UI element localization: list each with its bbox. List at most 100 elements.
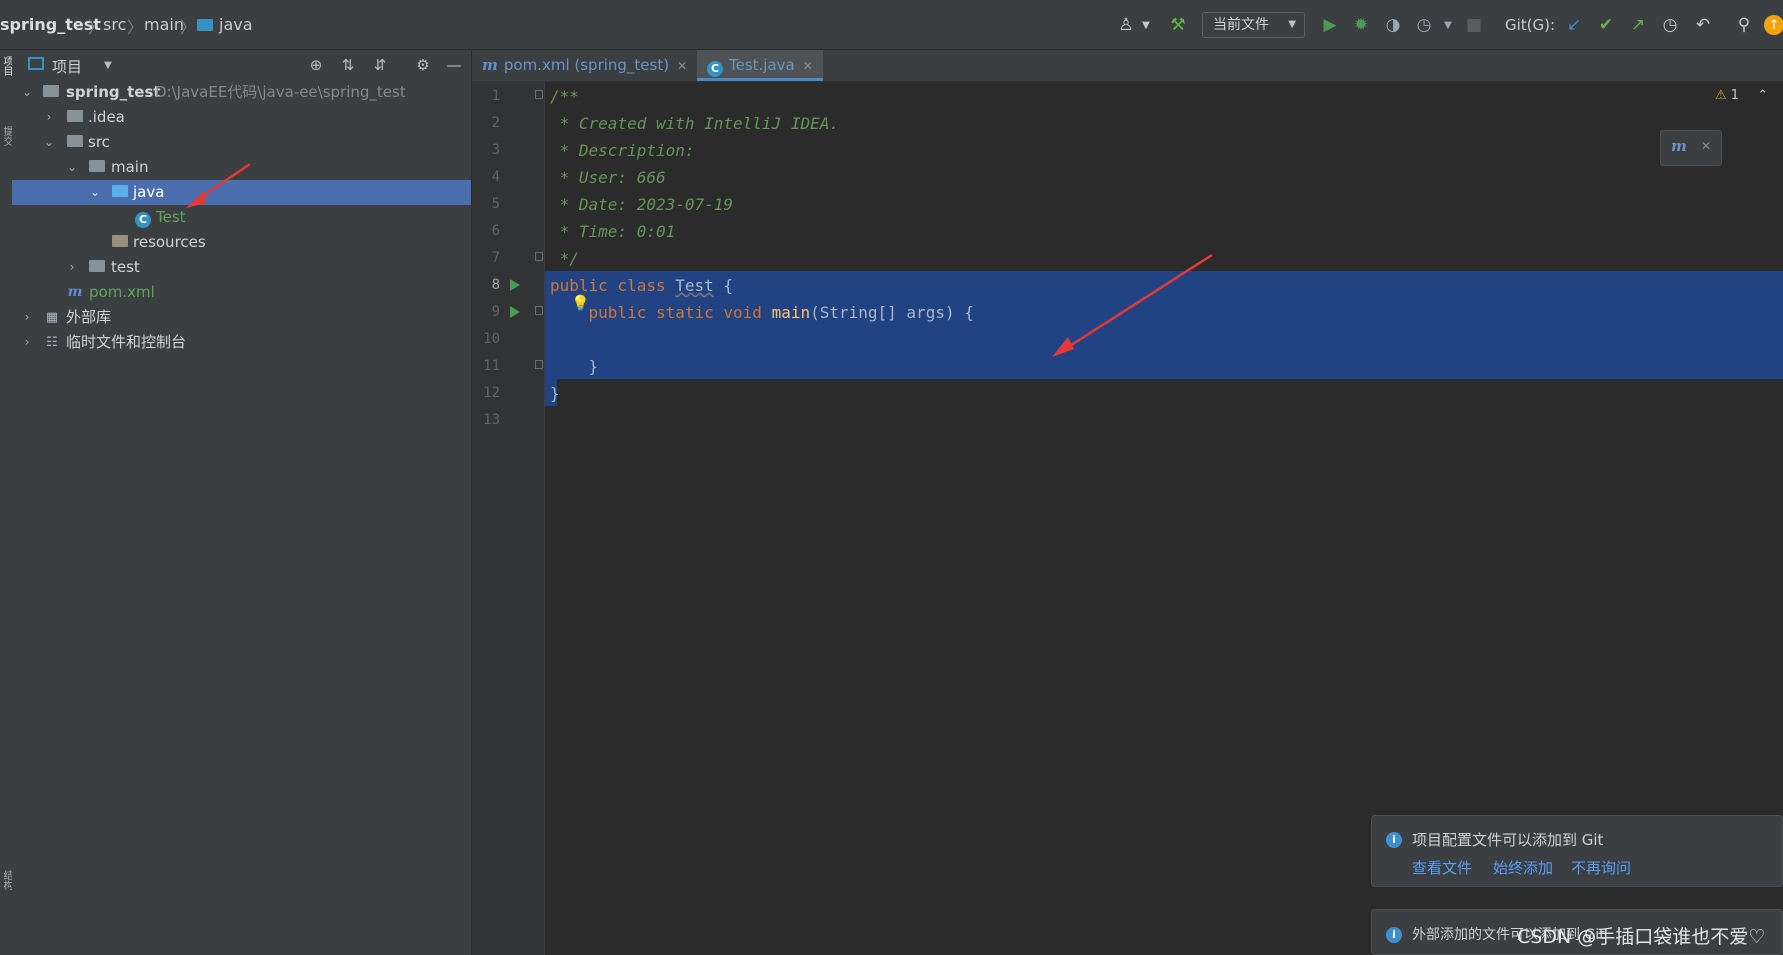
tree-item-test[interactable]: › test [12,255,471,280]
code-line: } [550,384,560,403]
line-number: 3 [491,142,500,158]
tree-item-external-libraries[interactable]: › ▦ 外部库 [12,305,471,330]
breadcrumb-src[interactable]: src [103,15,126,34]
info-icon: i [1386,832,1402,848]
chevron-right-icon[interactable]: › [42,105,56,130]
run-configuration-label: 当前文件 [1213,17,1269,33]
fold-icon[interactable] [535,360,543,369]
tree-item-idea[interactable]: › .idea [12,105,471,130]
csdn-watermark: CSDN @手插口袋谁也不爱♡ [1517,926,1766,948]
breadcrumb-main[interactable]: main [144,15,184,34]
maven-reload-icon[interactable]: m [1671,137,1687,155]
line-number: 13 [483,412,500,428]
run-gutter-icon[interactable] [510,279,520,291]
update-icon[interactable]: ↑ [1764,15,1783,35]
run-icon[interactable]: ▶ [1318,13,1342,37]
locate-target-icon[interactable]: ⊕ [306,55,326,75]
breadcrumb-separator: 〉 [127,18,144,37]
close-icon[interactable]: ✕ [1701,139,1711,153]
run-configuration-select[interactable]: 当前文件 ▼ [1202,12,1305,38]
breadcrumb-java[interactable]: java [219,15,253,34]
inspection-warning[interactable]: ⚠ 1 ⌃ [1715,88,1768,103]
breadcrumb-separator: 〉 [88,18,105,37]
tree-item-label: main [111,158,149,176]
always-add-link[interactable]: 始终添加 [1493,857,1553,878]
tree-item-label: spring_test [66,83,161,101]
structure-tool-tab[interactable]: 结构 [0,870,12,890]
tab-pom-xml[interactable]: m pom.xml (spring_test) ✕ [472,50,697,81]
rollback-icon[interactable]: ↶ [1691,13,1715,37]
build-hammer-icon[interactable]: ⚒ [1166,13,1190,37]
minimize-icon[interactable]: — [444,55,464,75]
tab-test-java[interactable]: C Test.java ✕ [697,50,823,81]
history-icon[interactable]: ◷ [1658,13,1682,37]
fold-icon[interactable] [535,252,543,261]
collapse-all-icon[interactable]: ⇵ [370,55,390,75]
fold-icon[interactable] [535,306,543,315]
code-keyword: public static void [588,303,772,322]
view-files-link[interactable]: 查看文件 [1412,857,1472,878]
run-gutter-icon[interactable] [510,306,520,318]
intention-bulb-icon[interactable]: 💡 [571,294,590,312]
git-update-icon[interactable]: ↙ [1562,13,1586,37]
tree-item-label: 外部库 [66,308,112,326]
chevron-right-icon[interactable]: › [65,255,79,280]
breadcrumb-project[interactable]: spring_test [0,15,101,34]
chevron-right-icon[interactable]: › [20,305,34,330]
close-icon[interactable]: ✕ [803,59,813,73]
git-push-icon[interactable]: ↗ [1626,13,1650,37]
project-panel-header: 项目 ▼ ⊕ ⇅ ⇵ ⚙ — [12,50,471,78]
tree-item-src[interactable]: ⌄ src [12,130,471,155]
chevron-up-icon[interactable]: ⌃ [1757,88,1768,103]
line-number: 10 [483,331,500,347]
chevron-down-icon[interactable]: ⌄ [20,80,34,105]
chevron-down-icon[interactable]: ⌄ [65,155,79,180]
commit-tool-tab[interactable]: 提交 [0,126,12,146]
project-panel-title[interactable]: 项目 [52,56,82,77]
project-tool-window: 项目 ▼ ⊕ ⇅ ⇵ ⚙ — ⌄ spring_test D:\JavaEE代码… [12,50,472,955]
fold-icon[interactable] [535,90,543,99]
java-class-icon: C [134,205,152,230]
chevron-down-icon[interactable]: ⌄ [88,180,102,205]
stop-icon[interactable]: ■ [1462,13,1486,37]
code-line: * Created with IntelliJ IDEA. [550,114,839,133]
dont-ask-again-link[interactable]: 不再询问 [1571,857,1631,878]
code-text: (String[] args) { [810,303,974,322]
tree-item-label: .idea [88,108,125,126]
expand-all-icon[interactable]: ⇅ [338,55,358,75]
chevron-down-icon[interactable]: ▼ [98,55,118,75]
maven-reload-popup[interactable]: m ✕ [1660,130,1722,166]
tree-item-scratches[interactable]: › ☷ 临时文件和控制台 [12,330,471,355]
git-commit-icon[interactable]: ✔ [1594,13,1618,37]
maven-icon: m [67,284,83,300]
tree-item-pom[interactable]: m pom.xml [12,280,471,305]
chevron-down-icon[interactable]: ▼ [1436,13,1460,37]
line-number: 11 [483,358,500,374]
source-folder-icon [111,180,129,205]
tab-label: Test.java [729,56,795,74]
folder-icon [66,105,84,130]
chevron-right-icon[interactable]: › [20,330,34,355]
tree-item-label: 临时文件和控制台 [66,333,187,351]
profile-icon[interactable]: ◷ [1412,13,1436,37]
tree-item-label: test [111,258,140,276]
code-line: */ [550,249,579,268]
chevron-down-icon[interactable]: ⌄ [42,130,56,155]
project-tool-tab[interactable]: 项目 [0,56,12,76]
folder-icon [197,19,213,31]
editor-gutter[interactable]: 1 2 3 4 5 6 7 8 9 10 11 12 13 [472,81,545,955]
tree-item-spring-test[interactable]: ⌄ spring_test D:\JavaEE代码\java-ee\spring… [12,80,471,105]
editor-tabs: m pom.xml (spring_test) ✕ C Test.java ✕ [472,50,1783,82]
close-icon[interactable]: ✕ [677,59,687,73]
line-number: 8 [491,277,500,293]
resources-folder-icon [111,230,129,255]
tree-item-label: java [133,183,165,201]
annotation-arrow [186,162,251,208]
notification-message: 项目配置文件可以添加到 Git [1412,831,1604,849]
coverage-icon[interactable]: ◑ [1381,13,1405,37]
debug-icon[interactable]: ✹ [1349,13,1373,37]
chevron-down-icon: ▼ [1288,19,1296,30]
chevron-down-icon[interactable]: ▼ [1134,13,1158,37]
search-icon[interactable]: ⚲ [1732,13,1756,37]
gear-icon[interactable]: ⚙ [413,55,433,75]
